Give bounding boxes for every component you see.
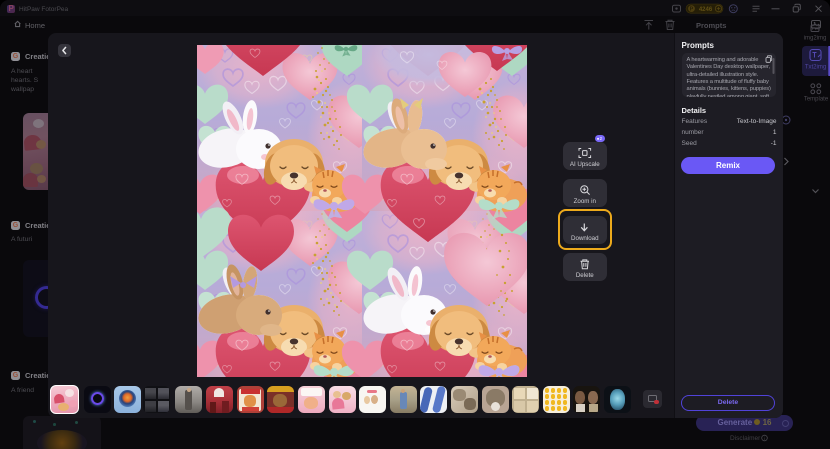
svg-text:Template: Template (804, 97, 829, 103)
svg-text:Txt2img: Txt2img (805, 65, 826, 71)
svg-text:AI Upscale: AI Upscale (570, 161, 600, 168)
svg-text:i: i (764, 436, 765, 441)
svg-text:4246: 4246 (699, 7, 713, 13)
svg-text:Delete: Delete (576, 272, 594, 279)
svg-text:P: P (690, 7, 694, 13)
svg-text:Download: Download (571, 235, 599, 242)
svg-text:img2img: img2img (804, 36, 827, 42)
svg-text:Prompts: Prompts (696, 21, 726, 30)
svg-text:Zoom in: Zoom in (574, 198, 597, 205)
